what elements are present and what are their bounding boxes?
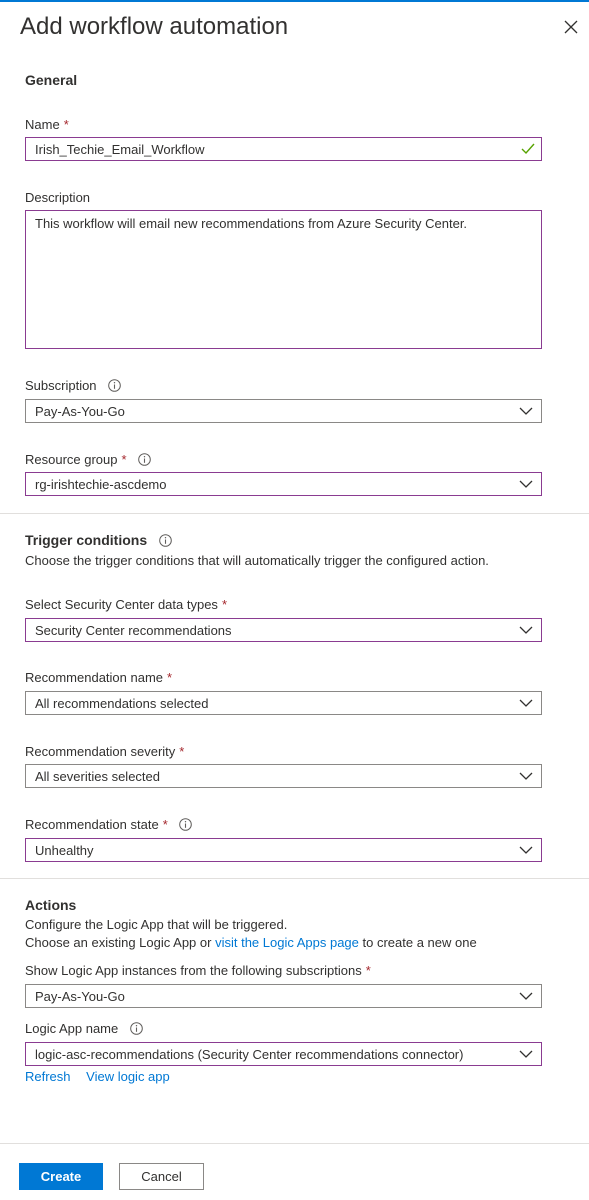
rec-severity-label: Recommendation severity * <box>25 744 185 759</box>
actions-description-2: Choose an existing Logic App or visit th… <box>25 935 477 950</box>
required-marker: * <box>179 744 185 759</box>
section-trigger-heading: Trigger conditions <box>25 532 172 548</box>
chevron-down-icon <box>519 1050 533 1058</box>
info-icon[interactable] <box>138 453 151 466</box>
divider <box>0 878 589 879</box>
trigger-description: Choose the trigger conditions that will … <box>25 553 489 568</box>
data-types-label: Select Security Center data types * <box>25 597 227 612</box>
required-marker: * <box>221 597 227 612</box>
info-icon[interactable] <box>159 534 172 547</box>
resource-group-value: rg-irishtechie-ascdemo <box>35 477 167 492</box>
chevron-down-icon <box>519 846 533 854</box>
rec-name-value: All recommendations selected <box>35 696 209 711</box>
required-marker: * <box>63 117 69 132</box>
section-actions-heading: Actions <box>25 897 77 913</box>
rec-state-label: Recommendation state * <box>25 817 193 832</box>
create-button[interactable]: Create <box>19 1163 103 1190</box>
required-marker: * <box>167 670 173 685</box>
divider <box>0 513 589 514</box>
logic-app-name-label: Logic App name <box>25 1021 143 1036</box>
refresh-link[interactable]: Refresh <box>25 1069 71 1084</box>
rec-state-dropdown[interactable]: Unhealthy <box>25 838 542 862</box>
info-icon[interactable] <box>130 1022 143 1035</box>
logic-apps-page-link[interactable]: visit the Logic Apps page <box>215 935 359 950</box>
page-title: Add workflow automation <box>20 13 289 40</box>
rec-name-dropdown[interactable]: All recommendations selected <box>25 691 542 715</box>
description-field[interactable]: This workflow will email new recommendat… <box>25 210 542 349</box>
resource-group-label: Resource group * <box>25 452 151 467</box>
chevron-down-icon <box>519 699 533 707</box>
cancel-button[interactable]: Cancel <box>119 1163 204 1190</box>
resource-group-dropdown[interactable]: rg-irishtechie-ascdemo <box>25 472 542 496</box>
logic-app-name-value: logic-asc-recommendations (Security Cent… <box>35 1047 464 1062</box>
section-general-heading: General <box>25 72 78 88</box>
chevron-down-icon <box>519 626 533 634</box>
data-types-value: Security Center recommendations <box>35 623 232 638</box>
rec-state-value: Unhealthy <box>35 843 94 858</box>
subscription-label: Subscription <box>25 378 121 393</box>
description-label: Description <box>25 190 91 205</box>
rec-severity-value: All severities selected <box>35 769 160 784</box>
subscription-value: Pay-As-You-Go <box>35 404 125 419</box>
required-marker: * <box>162 817 168 832</box>
logic-app-links: Refresh View logic app <box>25 1069 170 1084</box>
subscription-dropdown[interactable]: Pay-As-You-Go <box>25 399 542 423</box>
required-marker: * <box>121 452 127 467</box>
chevron-down-icon <box>519 992 533 1000</box>
chevron-down-icon <box>519 772 533 780</box>
chevron-down-icon <box>519 407 533 415</box>
info-icon[interactable] <box>108 379 121 392</box>
show-instances-value: Pay-As-You-Go <box>35 989 125 1004</box>
footer-divider <box>0 1143 589 1144</box>
checkmark-icon <box>521 143 535 155</box>
show-instances-dropdown[interactable]: Pay-As-You-Go <box>25 984 542 1008</box>
data-types-dropdown[interactable]: Security Center recommendations <box>25 618 542 642</box>
show-instances-label: Show Logic App instances from the follow… <box>25 963 371 978</box>
name-field[interactable]: Irish_Techie_Email_Workflow <box>25 137 542 161</box>
info-icon[interactable] <box>179 818 193 831</box>
chevron-down-icon <box>519 480 533 488</box>
close-icon[interactable] <box>562 18 580 36</box>
name-field-value: Irish_Techie_Email_Workflow <box>35 142 205 157</box>
view-logic-app-link[interactable]: View logic app <box>86 1069 170 1084</box>
rec-name-label: Recommendation name * <box>25 670 173 685</box>
name-label: Name * <box>25 117 69 132</box>
required-marker: * <box>365 963 371 978</box>
logic-app-name-dropdown[interactable]: logic-asc-recommendations (Security Cent… <box>25 1042 542 1066</box>
rec-severity-dropdown[interactable]: All severities selected <box>25 764 542 788</box>
actions-description-1: Configure the Logic App that will be tri… <box>25 917 288 932</box>
top-accent-line <box>0 0 589 2</box>
